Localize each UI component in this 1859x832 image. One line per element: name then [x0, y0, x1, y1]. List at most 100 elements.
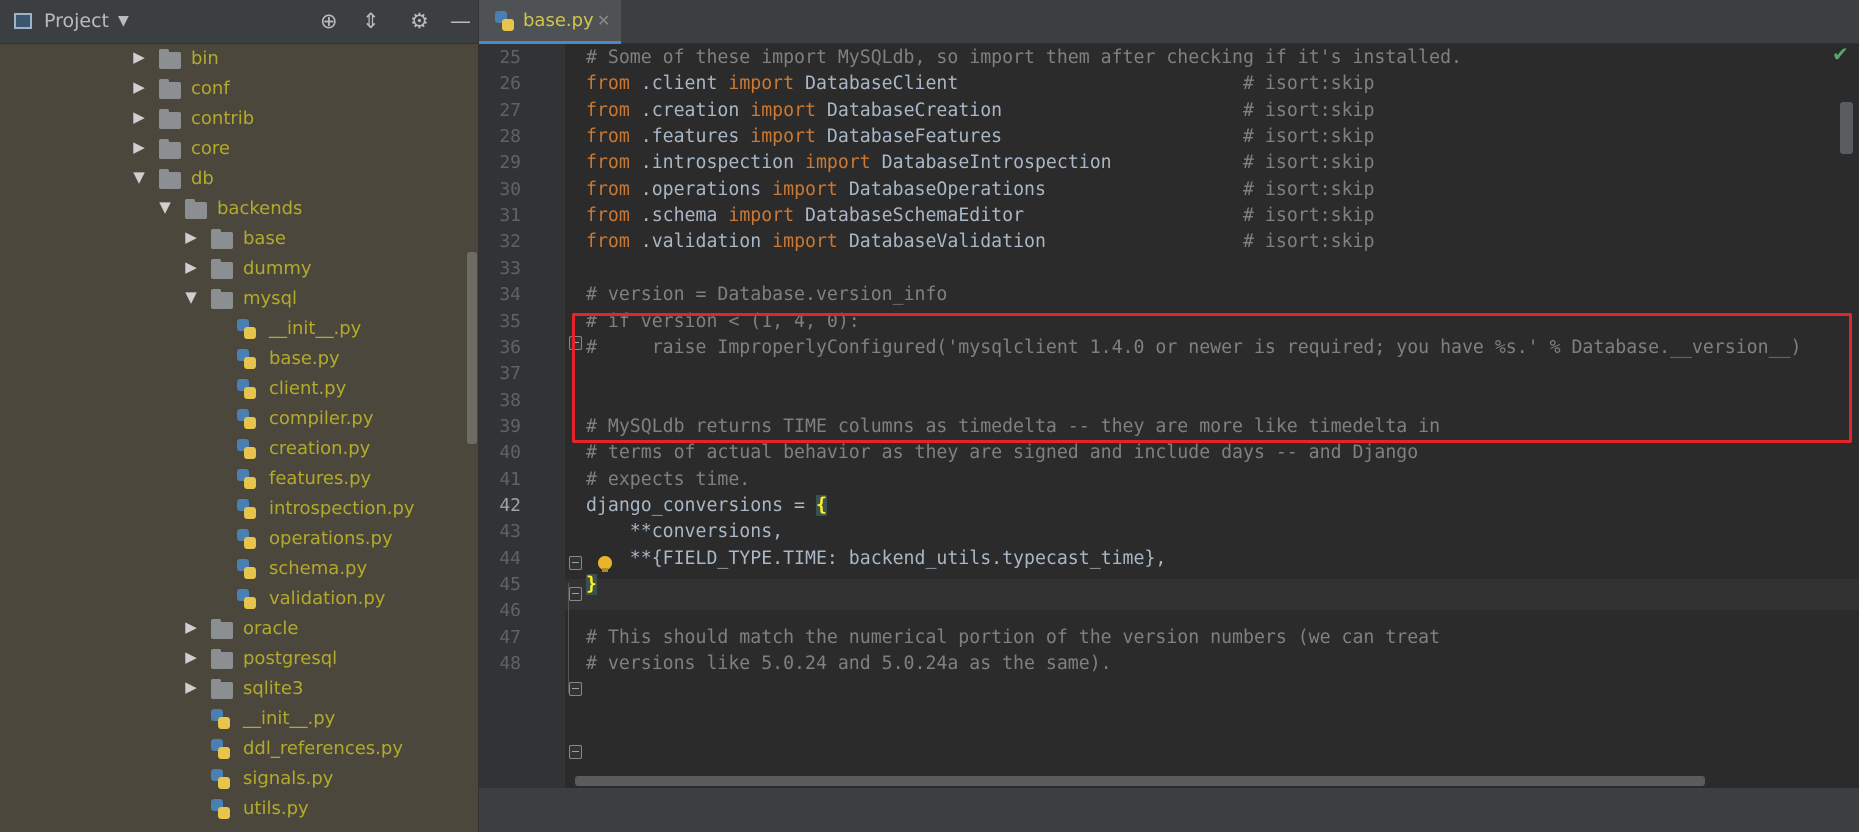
tree-file[interactable]: compiler.py	[0, 404, 478, 434]
python-file-icon	[237, 469, 257, 490]
code-token: DatabaseCreation	[815, 99, 1244, 121]
tree-item-label: base.py	[269, 348, 340, 369]
fold-marker[interactable]	[569, 556, 582, 570]
tree-file[interactable]: base.py	[0, 344, 478, 374]
chevron-right-icon[interactable]: ▶	[183, 648, 199, 666]
chevron-down-icon[interactable]: ▼	[118, 13, 129, 29]
editor-vertical-scrollbar[interactable]	[1840, 102, 1853, 154]
chevron-right-icon[interactable]: ▶	[183, 678, 199, 696]
close-icon[interactable]: ✕	[597, 11, 610, 30]
tree-file[interactable]: client.py	[0, 374, 478, 404]
tree-folder[interactable]: ▶ contrib	[0, 104, 478, 134]
chevron-down-icon[interactable]: ▼	[157, 198, 173, 216]
code-line: **{FIELD_TYPE.TIME: backend_utils.typeca…	[586, 543, 1167, 575]
chevron-right-icon[interactable]: ▶	[131, 108, 147, 126]
tree-folder[interactable]: ▶ base	[0, 224, 478, 254]
folder-icon	[211, 259, 233, 279]
tree-folder[interactable]: ▼ db	[0, 164, 478, 194]
project-window-icon	[14, 13, 32, 29]
tree-item-label: db	[191, 168, 214, 189]
tree-scrollbar[interactable]	[467, 252, 477, 444]
keyword-token: from	[586, 152, 630, 174]
tree-folder[interactable]: ▶ conf	[0, 74, 478, 104]
chevron-down-icon[interactable]: ▼	[183, 288, 199, 306]
keyword-token: from	[586, 205, 630, 227]
line-number: 48	[499, 653, 521, 675]
tree-folder[interactable]: ▶ dummy	[0, 254, 478, 284]
red-highlight-annotation	[572, 313, 1852, 443]
folder-icon	[211, 619, 233, 639]
keyword-token: import	[728, 205, 795, 227]
tree-file[interactable]: features.py	[0, 464, 478, 494]
tree-folder[interactable]: ▶ postgresql	[0, 644, 478, 674]
comment-token: # expects time.	[586, 468, 751, 490]
chevron-right-icon[interactable]: ▶	[131, 48, 147, 66]
tree-item-label: signals.py	[243, 768, 334, 789]
tree-item-label: utils.py	[243, 798, 309, 819]
tree-file[interactable]: utils.py	[0, 794, 478, 824]
code-token: .client	[629, 73, 729, 95]
tree-folder[interactable]: ▼ mysql	[0, 284, 478, 314]
locate-icon[interactable]: ⊕	[320, 8, 338, 34]
chevron-right-icon[interactable]: ▶	[183, 618, 199, 636]
tree-folder[interactable]: ▶ bin	[0, 44, 478, 74]
code-line: from .validation import DatabaseValidati…	[586, 226, 1374, 258]
tree-item-label: bin	[191, 48, 219, 69]
tree-file[interactable]: signals.py	[0, 764, 478, 794]
hide-icon[interactable]: —	[450, 8, 471, 34]
fold-marker[interactable]	[569, 587, 582, 601]
chevron-right-icon[interactable]: ▶	[183, 258, 199, 276]
python-file-icon	[211, 769, 231, 790]
tree-folder[interactable]: ▶ oracle	[0, 614, 478, 644]
lightbulb-icon[interactable]	[598, 556, 612, 572]
folder-icon	[185, 199, 207, 219]
collapse-all-icon[interactable]: ⇕	[362, 8, 380, 34]
tree-item-label: introspection.py	[269, 498, 415, 519]
code-token: **{FIELD_TYPE.TIME: backend_utils.typeca…	[586, 547, 1167, 569]
fold-marker[interactable]	[569, 682, 582, 696]
tree-folder[interactable]: ▼ backends	[0, 194, 478, 224]
comment-token: # isort:skip	[1243, 73, 1375, 95]
tree-file[interactable]: introspection.py	[0, 494, 478, 524]
editor-horizontal-scrollbar[interactable]	[575, 776, 1705, 786]
keyword-token: import	[805, 152, 871, 174]
tree-item-label: mysql	[243, 288, 297, 309]
tree-file[interactable]: ddl_references.py	[0, 734, 478, 764]
chevron-right-icon[interactable]: ▶	[183, 228, 199, 246]
tree-item-label: postgresql	[243, 648, 338, 669]
keyword-token: from	[586, 126, 630, 148]
code-token: DatabaseFeatures	[815, 126, 1244, 148]
fold-marker[interactable]	[569, 745, 582, 759]
tree-folder[interactable]: ▶ core	[0, 134, 478, 164]
python-file-icon	[237, 439, 257, 460]
tree-file[interactable]: creation.py	[0, 434, 478, 464]
folder-icon	[211, 289, 233, 309]
chevron-right-icon[interactable]: ▶	[131, 138, 147, 156]
folder-icon	[159, 169, 181, 189]
matched-bracket: {	[815, 494, 827, 516]
tree-file[interactable]: operations.py	[0, 524, 478, 554]
code-token: .schema	[629, 205, 729, 227]
code-line: # versions like 5.0.24 and 5.0.24a as th…	[586, 648, 1112, 680]
tree-file[interactable]: validation.py	[0, 584, 478, 614]
checkmark-icon[interactable]: ✔	[1832, 42, 1849, 66]
folder-icon	[159, 139, 181, 159]
gear-icon[interactable]: ⚙	[410, 8, 429, 34]
keyword-token: from	[586, 73, 630, 95]
tree-file[interactable]: schema.py	[0, 554, 478, 584]
chevron-right-icon[interactable]: ▶	[131, 78, 147, 96]
chevron-down-icon[interactable]: ▼	[131, 168, 147, 186]
tree-item-label: oracle	[243, 618, 299, 639]
tree-folder[interactable]: ▶ sqlite3	[0, 674, 478, 704]
code-token: .validation	[629, 231, 773, 253]
tree-item-label: __init__.py	[243, 708, 336, 729]
keyword-token: import	[728, 73, 795, 95]
tab-base-py[interactable]: base.py ✕	[479, 0, 621, 44]
tree-item-label: compiler.py	[269, 408, 374, 429]
comment-token: # isort:skip	[1243, 99, 1375, 121]
tree-item-label: ddl_references.py	[243, 738, 403, 759]
tree-file[interactable]: __init__.py	[0, 314, 478, 344]
code-token: DatabaseClient	[794, 73, 1244, 95]
project-panel-title[interactable]: Project	[44, 10, 109, 32]
tree-file[interactable]: __init__.py	[0, 704, 478, 734]
